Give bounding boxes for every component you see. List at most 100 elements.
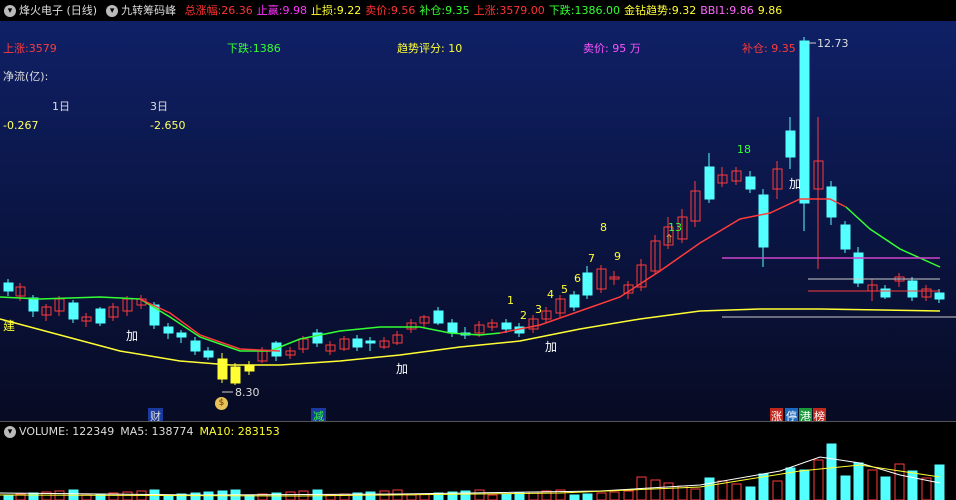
netflow-3d-label: 3日 [150, 100, 168, 113]
volume-bar [365, 491, 376, 500]
limit-up-marker: 涨 [770, 408, 783, 421]
volume-ma10: MA10: 283153 [199, 425, 280, 438]
add-marker: 加 [126, 329, 139, 343]
metric-4: 补仓:9.35 [419, 4, 470, 17]
stock-name: 烽火电子 (日线) [19, 4, 98, 17]
high-price-label: 12.73 [817, 37, 849, 50]
candle-body [163, 326, 174, 334]
metric-8: BBI1:9.86 [700, 4, 754, 17]
candle-body [799, 40, 810, 204]
candle-body [230, 366, 241, 384]
candle-body [907, 280, 918, 298]
candlestick-chart [0, 37, 956, 393]
seq-4: 4 [547, 288, 554, 301]
add-marker: 加 [545, 340, 558, 354]
chevron-down-icon[interactable]: ▾ [4, 426, 16, 438]
low-price-label: 8.30 [235, 386, 260, 399]
candle-body [758, 194, 769, 248]
metric-5: 上涨:3579.00 [473, 4, 545, 17]
candle-body [501, 322, 512, 330]
volume-bar [541, 490, 552, 500]
volume-chart[interactable] [0, 441, 956, 500]
metric-0: 总涨幅:26.36 [184, 4, 253, 17]
volume-bar [28, 492, 39, 500]
netflow-1d-value: -0.267 [3, 119, 39, 132]
volume-bar [690, 488, 701, 500]
metric-3: 卖价:9.56 [365, 4, 416, 17]
candle-body [95, 308, 106, 324]
volume-bar [880, 476, 891, 500]
down-count: 下跌:1386 [227, 42, 281, 55]
seq-7: 7 [588, 252, 595, 265]
red-line-right [499, 198, 847, 334]
candle-body [217, 358, 228, 380]
volume-bar [406, 494, 417, 500]
metric-6: 下跌:1386.00 [548, 4, 621, 17]
up-count: 上涨:3579 [3, 42, 57, 55]
candle-body [569, 294, 580, 308]
indicator-name[interactable]: 九转筹码峰 [121, 0, 176, 21]
candle-body [244, 364, 255, 372]
chevron-down-icon[interactable]: ▾ [106, 5, 119, 17]
volume-bar [487, 494, 498, 500]
netflow-1d-label: 1日 [52, 100, 70, 113]
metric-7: 金钻趋势:9.32 [624, 4, 697, 17]
candle-body [745, 176, 756, 190]
volume-ma5: MA5: 138774 [120, 425, 194, 438]
title-bar: ▾ 烽火电子 (日线) ▾ 九转筹码峰 总涨幅:26.36 止赢:9.98 止损:9.22… [0, 0, 956, 21]
seq-3: 3 [535, 303, 542, 316]
volume-ma5-line [0, 456, 941, 496]
seq-2: 2 [520, 309, 527, 322]
red-line-left [139, 298, 281, 352]
volume-bar [3, 494, 14, 500]
limit-port-marker: 港 [799, 408, 812, 421]
volume-bar [745, 486, 756, 500]
candle-body [3, 282, 14, 292]
candle-body [68, 302, 79, 320]
volume-bar [569, 494, 580, 500]
candle-body [785, 130, 796, 158]
volume-header: ▾ VOLUME: 122349 MA5: 138774 MA10: 283153 [0, 421, 956, 442]
jian-marker: 减 [311, 408, 326, 421]
volume-bar [799, 469, 810, 500]
metric-1: 止赢:9.98 [256, 4, 307, 17]
candle-body [176, 332, 187, 338]
sell-price: 卖价: 95 万 [583, 42, 641, 55]
candle-body [582, 272, 593, 296]
volume-bar [867, 469, 878, 500]
limit-list-marker: 榜 [813, 408, 826, 421]
volume-bar [704, 477, 715, 500]
metric-list: 总涨幅:26.36 止赢:9.98 止损:9.22 卖价:9.56 补仓:9.35 上涨:… [185, 4, 787, 17]
volume-bar [772, 480, 783, 500]
netflow-label: 净流(亿): [3, 70, 49, 83]
chevron-down-icon[interactable]: ▾ [4, 5, 16, 17]
volume-bar [731, 483, 742, 500]
candle-body [433, 310, 444, 324]
volume-bar [758, 473, 769, 500]
add-marker: 加 [396, 362, 409, 376]
seq-9: 9 [614, 250, 621, 263]
volume-bar [650, 479, 661, 500]
trend-score: 趋势评分: 10 [397, 42, 463, 55]
cai-marker: 财 [148, 408, 163, 421]
volume-bars [0, 443, 945, 500]
volume-bar [190, 492, 201, 500]
candle-body [190, 340, 201, 352]
candle-body [704, 166, 715, 200]
seq-6: 6 [574, 272, 581, 285]
volume-bar [826, 443, 837, 500]
volume-bar [474, 489, 485, 500]
add-marker: 加 [789, 177, 802, 191]
volume-bar [122, 491, 133, 500]
volume-bar [460, 490, 471, 500]
candle-body [203, 350, 214, 358]
add-price: 补仓: 9.35 [742, 42, 796, 55]
metric-9: 9.86 [757, 4, 783, 17]
money-bag-icon: $ [215, 397, 228, 410]
volume-bar [501, 493, 512, 500]
volume-label: VOLUME: 122349 [19, 425, 115, 438]
volume-bar [609, 491, 620, 500]
price-chart[interactable]: 上涨:3579 下跌:1386 趋势评分: 10 卖价: 95 万 补仓: 9.… [0, 21, 956, 421]
seq-18: 18 [737, 143, 751, 156]
candle-body [28, 297, 39, 312]
